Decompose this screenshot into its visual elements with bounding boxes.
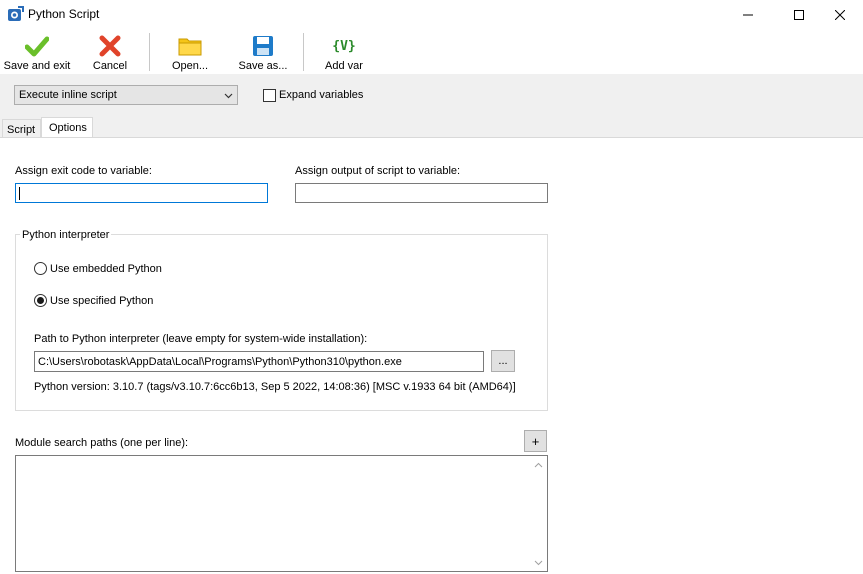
embedded-python-label: Use embedded Python [50, 263, 162, 275]
execution-mode-select[interactable]: Execute inline script [14, 85, 238, 105]
checkmark-icon [25, 34, 49, 58]
interpreter-path-label: Path to Python interpreter (leave empty … [34, 333, 368, 345]
execution-mode-value: Execute inline script [19, 89, 117, 101]
save-as-button[interactable]: Save as... [234, 30, 292, 74]
maximize-icon [794, 10, 804, 20]
text-caret [19, 187, 20, 200]
exit-code-label: Assign exit code to variable: [15, 165, 152, 177]
cancel-button[interactable]: Cancel [88, 30, 132, 74]
expand-variables-label: Expand variables [279, 89, 364, 101]
add-module-path-button[interactable]: + [524, 430, 547, 452]
options-band [0, 74, 863, 138]
open-label: Open... [171, 60, 209, 72]
embedded-python-radio[interactable] [34, 262, 47, 275]
tab-script[interactable]: Script [2, 119, 41, 137]
interpreter-path-input[interactable]: C:\Users\robotask\AppData\Local\Programs… [34, 351, 484, 372]
add-var-label: Add var [325, 60, 363, 72]
exit-code-input[interactable] [15, 183, 268, 203]
vertical-scrollbar[interactable] [530, 456, 547, 571]
close-icon [835, 10, 845, 20]
floppy-disk-icon [251, 34, 275, 58]
tab-options[interactable]: Options [41, 117, 93, 137]
save-and-exit-button[interactable]: Save and exit [2, 30, 72, 74]
toolbar-separator [149, 33, 150, 71]
python-interpreter-group-title: Python interpreter [20, 229, 112, 241]
title-bar: Python Script [0, 0, 863, 30]
python-version-text: Python version: 3.10.7 (tags/v3.10.7:6cc… [34, 381, 516, 393]
open-button[interactable]: Open... [168, 30, 212, 74]
save-as-label: Save as... [238, 60, 288, 72]
add-var-button[interactable]: {V} Add var [322, 30, 366, 74]
cancel-label: Cancel [92, 60, 128, 72]
browse-button[interactable]: ... [491, 350, 515, 372]
output-variable-label: Assign output of script to variable: [295, 165, 461, 177]
toolbar: Save and exit Cancel Open... Save as... … [0, 30, 863, 74]
minimize-icon [743, 14, 753, 16]
cancel-x-icon [98, 34, 122, 58]
plus-icon: + [531, 433, 540, 449]
tab-options-label: Options [49, 122, 87, 134]
toolbar-separator [303, 33, 304, 71]
close-button[interactable] [817, 0, 863, 30]
minimize-button[interactable] [725, 0, 771, 30]
specified-python-label: Use specified Python [50, 295, 154, 307]
scroll-down-icon[interactable] [534, 558, 543, 568]
chevron-down-icon [224, 90, 233, 102]
module-paths-label: Module search paths (one per line): [15, 437, 189, 449]
expand-variables-checkbox[interactable] [263, 89, 276, 102]
interpreter-path-value: C:\Users\robotask\AppData\Local\Programs… [38, 356, 402, 368]
window-title: Python Script [28, 7, 100, 21]
variable-glyph: {V} [332, 38, 356, 54]
browse-label: ... [498, 355, 508, 367]
folder-icon [178, 34, 202, 58]
tab-script-label: Script [7, 124, 36, 136]
maximize-button[interactable] [776, 0, 822, 30]
variable-icon: {V} [332, 34, 356, 58]
save-and-exit-label: Save and exit [3, 60, 71, 72]
module-paths-textarea[interactable] [15, 455, 548, 572]
scroll-up-icon[interactable] [534, 460, 543, 470]
output-variable-input[interactable] [295, 183, 548, 203]
app-icon [7, 6, 24, 23]
specified-python-radio[interactable] [34, 294, 47, 307]
